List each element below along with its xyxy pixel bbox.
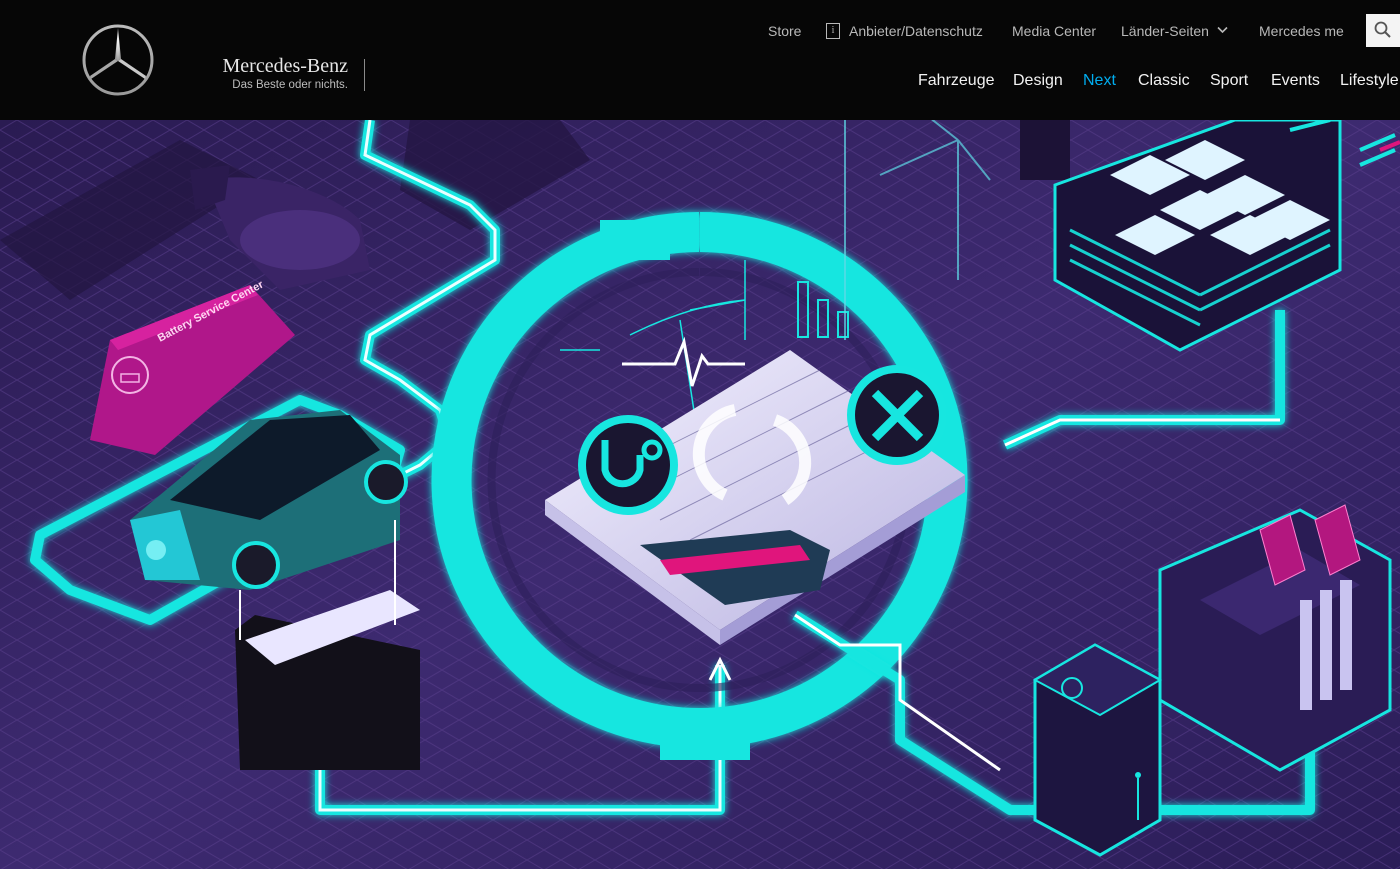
countries-label: Länder-Seiten: [1121, 23, 1209, 39]
mercedes-me-label: Mercedes me: [1259, 23, 1344, 39]
nav-events[interactable]: Events: [1271, 72, 1320, 90]
stethoscope-icon: [578, 415, 678, 515]
nav-design[interactable]: Design: [1013, 72, 1063, 90]
hero-illustration: Battery Service Center: [0, 120, 1400, 869]
imprint-label: Anbieter/Datenschutz: [849, 23, 983, 39]
imprint-link[interactable]: i Anbieter/Datenschutz: [826, 20, 983, 42]
site-header: Mercedes-Benz Das Beste oder nichts. Sto…: [0, 0, 1400, 120]
nav-next[interactable]: Next: [1083, 72, 1116, 90]
mercedes-me-link[interactable]: Mercedes me: [1259, 20, 1344, 42]
nav-classic[interactable]: Classic: [1138, 72, 1190, 90]
wrench-screwdriver-icon: [847, 365, 947, 465]
brand-divider: [364, 59, 365, 91]
mercedes-star-icon[interactable]: [81, 23, 155, 97]
store-label: Store: [768, 23, 802, 39]
media-center-label: Media Center: [1012, 23, 1097, 39]
store-link[interactable]: Store: [768, 20, 801, 42]
brand-block[interactable]: Mercedes-Benz Das Beste oder nichts.: [188, 55, 349, 93]
brand-name: Mercedes-Benz: [222, 55, 349, 77]
brand-tagline: Das Beste oder nichts.: [232, 79, 348, 91]
chevron-down-icon: [1217, 25, 1228, 37]
search-button[interactable]: [1366, 14, 1400, 47]
countries-dropdown[interactable]: Länder-Seiten: [1121, 20, 1228, 42]
media-center-link[interactable]: Media Center: [1012, 20, 1096, 42]
nav-fahrzeuge[interactable]: Fahrzeuge: [918, 72, 995, 90]
info-icon: i: [826, 23, 840, 39]
home-battery-icon: [1032, 643, 1163, 857]
search-icon: [1374, 21, 1391, 38]
nav-lifestyle[interactable]: Lifestyle: [1340, 72, 1399, 90]
nav-sport[interactable]: Sport: [1210, 72, 1248, 90]
